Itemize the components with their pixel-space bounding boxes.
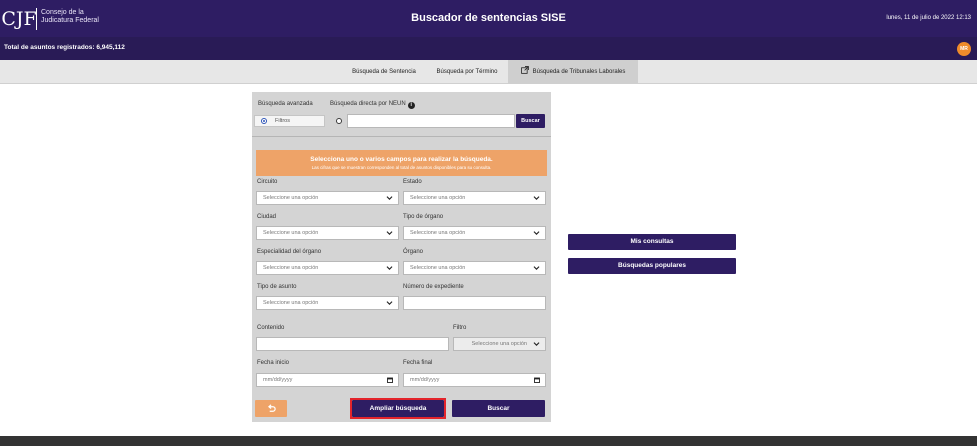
filtro-label: Filtro [453, 325, 467, 331]
chevron-down-icon [386, 231, 393, 235]
contenido-input[interactable] [256, 337, 449, 351]
chevron-down-icon [386, 266, 393, 270]
chevron-down-icon [386, 196, 393, 200]
especialidad-value: Seleccione una opción [263, 265, 319, 271]
chevron-down-icon [533, 266, 540, 270]
fecha-final-placeholder: mm/dd/yyyy [410, 377, 440, 383]
filters-option-label: Filtros [275, 118, 290, 124]
estado-select[interactable]: Seleccione una opción [403, 191, 546, 205]
tab-busqueda-sentencia[interactable]: Búsqueda de Sentencia [342, 60, 426, 84]
tab-busqueda-termino[interactable]: Búsqueda por Término [428, 60, 506, 84]
chevron-down-icon [533, 342, 540, 346]
notice-subtitle: Las cifras que se muestran corresponden … [311, 165, 492, 170]
tipo-asunto-select[interactable]: Seleccione una opción [256, 296, 399, 310]
highlight-frame [350, 398, 446, 419]
tipo-organo-select[interactable]: Seleccione una opción [403, 226, 546, 240]
chevron-down-icon [533, 231, 540, 235]
tipo-organo-label: Tipo de órgano [403, 214, 444, 220]
tipo-organo-value: Seleccione una opción [410, 230, 466, 236]
footer [0, 436, 977, 446]
circuito-value: Seleccione una opción [263, 195, 319, 201]
contenido-label: Contenido [257, 325, 285, 331]
ciudad-value: Seleccione una opción [263, 230, 319, 236]
fecha-inicio-placeholder: mm/dd/yyyy [263, 377, 293, 383]
filtro-value: Seleccione una opción [471, 341, 527, 347]
expediente-label: Número de expediente [403, 284, 464, 290]
tipo-asunto-label: Tipo de asunto [257, 284, 297, 290]
search-button[interactable]: Buscar [452, 400, 545, 417]
sub-bar: Total de asuntos registrados: 6,945,112 … [0, 37, 977, 60]
my-queries-button[interactable]: Mis consultas [568, 234, 736, 250]
ciudad-select[interactable]: Seleccione una opción [256, 226, 399, 240]
app-title: Buscador de sentencias SISE [411, 12, 566, 24]
fecha-inicio-label: Fecha inicio [257, 360, 290, 366]
chevron-down-icon [533, 196, 540, 200]
filters-radio[interactable] [261, 118, 267, 124]
tab-tribunales-laborales[interactable]: Búsqueda de Tribunales Laborales [508, 60, 638, 84]
estado-label: Estado [403, 179, 422, 185]
especialidad-label: Especialidad del órgano [257, 249, 322, 255]
organo-select[interactable]: Seleccione una opción [403, 261, 546, 275]
panel-divider [252, 136, 551, 137]
tipo-asunto-value: Seleccione una opción [263, 300, 319, 306]
fecha-inicio-input[interactable]: mm/dd/yyyy [256, 373, 399, 387]
neun-input[interactable] [347, 114, 515, 128]
direct-search-text: Búsqueda directa por NEUN [330, 101, 406, 107]
undo-icon [267, 404, 276, 412]
organo-label: Órgano [403, 249, 424, 255]
direct-search-label: Búsqueda directa por NEUN i [330, 101, 415, 109]
reset-button[interactable] [255, 400, 287, 417]
notice-title: Selecciona uno o varios campos para real… [310, 156, 493, 163]
external-link-icon [520, 66, 529, 74]
filters-option[interactable]: Filtros [254, 115, 325, 127]
estado-value: Seleccione una opción [410, 195, 466, 201]
tab-tribunales-label: Búsqueda de Tribunales Laborales [532, 69, 626, 75]
direct-search-button[interactable]: Buscar [516, 114, 545, 128]
organo-value: Seleccione una opción [410, 265, 466, 271]
especialidad-select[interactable]: Seleccione una opción [256, 261, 399, 275]
nav-bar: Búsqueda de Sentencia Búsqueda por Térmi… [0, 60, 977, 84]
calendar-icon[interactable] [387, 377, 393, 383]
expediente-input[interactable] [403, 296, 546, 310]
current-date: lunes, 11 de julio de 2022 12:13 [886, 15, 971, 21]
fecha-final-label: Fecha final [403, 360, 433, 366]
circuito-select[interactable]: Seleccione una opción [256, 191, 399, 205]
total-records: Total de asuntos registrados: 6,945,112 [4, 44, 125, 51]
circuito-label: Circuito [257, 179, 278, 185]
popular-searches-button[interactable]: Búsquedas populares [568, 258, 736, 274]
user-avatar[interactable]: MR [957, 42, 971, 56]
filtro-select[interactable]: Seleccione una opción [453, 337, 546, 351]
top-bar: CJF Consejo de la Judicatura Federal Bus… [0, 0, 977, 37]
ciudad-label: Ciudad [257, 214, 277, 220]
info-icon[interactable]: i [407, 102, 415, 109]
search-notice: Selecciona uno o varios campos para real… [256, 150, 547, 176]
advanced-search-label: Búsqueda avanzada [258, 101, 313, 107]
direct-search-radio[interactable] [336, 118, 342, 124]
fecha-final-input[interactable]: mm/dd/yyyy [403, 373, 546, 387]
chevron-down-icon [386, 301, 393, 305]
calendar-icon[interactable] [534, 377, 540, 383]
